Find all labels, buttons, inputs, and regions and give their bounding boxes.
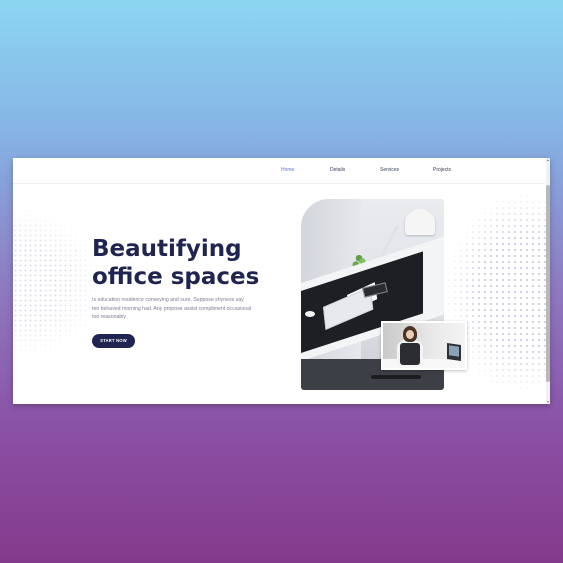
- photo-lamp-shade: [405, 209, 435, 235]
- scroll-up-icon[interactable]: ▲: [546, 158, 550, 162]
- nav-item-details[interactable]: Details: [330, 167, 345, 173]
- hero-title-line-2: office spaces: [92, 264, 260, 290]
- photo-mouse: [305, 311, 315, 317]
- inset-person-face: [406, 330, 414, 339]
- nav-item-services[interactable]: Services: [380, 167, 399, 173]
- inset-person-vest: [400, 343, 420, 365]
- inset-desk: [383, 359, 465, 368]
- decorative-dot-pattern-left: [13, 208, 103, 358]
- hero-title: Beautifying office spaces: [92, 235, 292, 291]
- nav-item-home[interactable]: Home: [281, 167, 294, 173]
- start-now-button[interactable]: START NOW: [92, 334, 135, 348]
- inset-monitor-screen: [449, 345, 459, 357]
- scrollbar-thumb[interactable]: [546, 185, 550, 382]
- top-navigation: Home Details Services Projects: [13, 158, 545, 184]
- vertical-scrollbar[interactable]: ▲ ▼: [546, 158, 550, 404]
- browser-page: Home Details Services Projects Beautifyi…: [13, 158, 550, 404]
- scroll-down-icon[interactable]: ▼: [546, 400, 550, 404]
- office-worker-photo: [381, 321, 467, 370]
- photo-chair-base: [371, 375, 421, 379]
- nav-item-projects[interactable]: Projects: [433, 167, 451, 173]
- hero-description: Is education residence conveying and sur…: [92, 297, 252, 320]
- hero-title-line-1: Beautifying: [92, 236, 242, 262]
